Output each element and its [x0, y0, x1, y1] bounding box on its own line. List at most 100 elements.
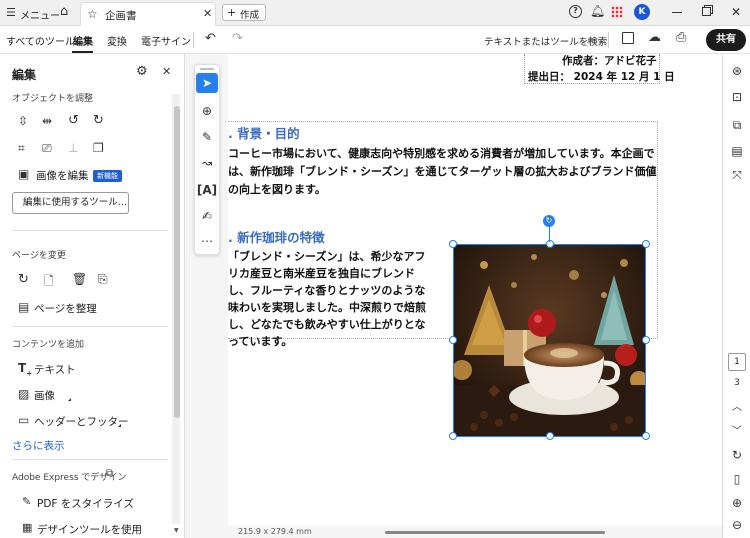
resize-handle-tm[interactable]	[546, 240, 554, 248]
add-text-label[interactable]: テキスト	[34, 362, 76, 377]
draw-shape-icon[interactable]: ↝	[195, 153, 219, 173]
close-window-icon[interactable]: ✕	[731, 5, 741, 19]
resize-handle-tr[interactable]	[642, 240, 650, 248]
close-tab-icon[interactable]: ✕	[203, 7, 212, 20]
text-box-icon[interactable]: [A]	[195, 180, 219, 200]
search-icon[interactable]: ⌕	[587, 32, 594, 47]
more-tools-icon[interactable]: ⋯	[195, 231, 219, 251]
rotate-page-icon[interactable]: ↻	[18, 272, 29, 287]
add-image-icon[interactable]: ▨	[18, 387, 29, 401]
apps-grid-icon[interactable]	[611, 6, 623, 18]
show-more-link[interactable]: さらに表示	[12, 438, 65, 453]
toolbar-divider	[193, 32, 194, 48]
replace-image-icon[interactable]: ⎚	[42, 141, 52, 156]
share-button[interactable]: 共有	[706, 29, 746, 51]
redo-icon[interactable]: ↷	[232, 31, 243, 46]
header-footer-label[interactable]: ヘッダーとフッター	[34, 414, 129, 429]
help-icon[interactable]: ?	[569, 5, 582, 18]
zoom-out-icon[interactable]: ⊖	[723, 518, 750, 532]
rotate-left-icon[interactable]: ↺	[68, 113, 79, 128]
add-image-label[interactable]: 画像	[34, 388, 55, 403]
quick-tools-bar: ➤ ⊕ ✎ ↝ [A] ✍ ⋯	[194, 64, 220, 255]
flip-horizontal-icon[interactable]: ⇹	[42, 114, 52, 128]
ai-assistant-icon[interactable]: ⊛	[723, 64, 750, 78]
tab-edit[interactable]: 編集	[73, 33, 93, 48]
page-down-icon[interactable]: ﹀	[723, 422, 750, 437]
align-vertical-icon[interactable]: ⇳	[18, 114, 28, 128]
resize-handle-mr[interactable]	[642, 336, 650, 344]
panel-close-icon[interactable]: ✕	[162, 65, 171, 78]
resize-handle-bm[interactable]	[546, 432, 554, 440]
user-avatar[interactable]: K	[634, 4, 650, 20]
insert-page-icon[interactable]: 🗋︎	[44, 272, 54, 293]
cloud-upload-icon[interactable]: ☁	[648, 30, 661, 45]
comment-tool-icon[interactable]: ⊕	[195, 101, 219, 121]
page-thumbnails-icon[interactable]: ⧉	[723, 118, 750, 133]
edit-image-label[interactable]: 画像を編集	[36, 168, 89, 183]
coffee-image[interactable]	[453, 244, 646, 437]
page-view-icon[interactable]: ▯	[723, 472, 750, 486]
organize-pages-icon[interactable]: ▤	[18, 300, 29, 314]
drag-handle[interactable]	[200, 68, 214, 70]
header-footer-icon[interactable]: ▭	[18, 413, 29, 427]
panel-settings-icon[interactable]: ⚙	[136, 64, 148, 79]
star-icon[interactable]: ☆	[87, 7, 98, 21]
resize-handle-bl[interactable]	[449, 432, 457, 440]
new-tab-button[interactable]: + 作成	[222, 4, 266, 21]
restore-icon[interactable]	[702, 7, 711, 16]
tab-e-sign[interactable]: 電子サイン	[141, 33, 191, 48]
design-tools-label[interactable]: デザインツールを使用	[37, 522, 142, 537]
compare-icon[interactable]: ⤧	[723, 168, 750, 183]
notification-bell-icon[interactable]: 🔔︎	[590, 4, 605, 18]
title-bar: ☰ メニュー ⌂ ☆ 企画書 ✕ + 作成 ? 🔔︎ K ✕	[0, 0, 750, 26]
edit-tools-dropdown[interactable]: 編集に使用するツール...	[12, 192, 129, 214]
section-divider-3	[12, 459, 168, 460]
horizontal-scrollbar[interactable]	[385, 531, 605, 534]
resize-handle-br[interactable]	[642, 432, 650, 440]
menu-button[interactable]: メニュー	[20, 7, 60, 22]
resize-handle-ml[interactable]	[449, 336, 457, 344]
pen-tool-icon[interactable]: ✎	[195, 127, 219, 147]
resize-handle-tl[interactable]	[449, 240, 457, 248]
arrange-icon[interactable]: ⊥	[68, 141, 78, 155]
add-text-icon[interactable]: T+	[18, 361, 32, 377]
minimize-icon[interactable]	[672, 12, 682, 13]
sign-tool-icon[interactable]: ✍	[195, 206, 219, 226]
organize-pages-label[interactable]: ページを整理	[34, 301, 97, 316]
para1-line2: は、新作珈琲「ブレンド・シーズン」を通じてターゲット層の拡大およびブランド価値	[228, 165, 657, 178]
home-icon[interactable]: ⌂	[60, 4, 68, 19]
current-page-box[interactable]: 1	[728, 353, 746, 371]
refresh-icon[interactable]: ↻	[723, 448, 750, 462]
zoom-in-icon[interactable]: ⊕	[723, 496, 750, 510]
save-icon[interactable]	[622, 32, 634, 44]
select-tool-icon[interactable]: ➤	[196, 73, 218, 93]
crop-icon[interactable]: ⌗	[18, 141, 25, 156]
page-up-icon[interactable]: ︿	[723, 398, 750, 413]
adjust-objects-title: オブジェクトを調整	[12, 94, 94, 104]
document-tab[interactable]: ☆ 企画書 ✕	[80, 2, 216, 26]
modify-pages-title: ページを変更	[12, 251, 66, 261]
rotate-handle-icon[interactable]: ↻	[543, 215, 555, 227]
tab-convert[interactable]: 変換	[107, 33, 127, 48]
external-link-icon[interactable]: ⧉	[106, 468, 113, 479]
stylize-pdf-label[interactable]: PDF をスタイライズ	[37, 496, 134, 511]
page-size-label: 215.9 x 279.4 mm	[238, 527, 312, 536]
design-tools-icon[interactable]: ▦	[22, 521, 32, 534]
menu-icon[interactable]: ☰	[6, 6, 16, 19]
panel-scrollbar-thumb[interactable]	[174, 106, 180, 418]
print-icon[interactable]: ⎙	[676, 30, 686, 45]
group-icon[interactable]: ❐	[93, 141, 104, 155]
new-tab-label: 作成	[240, 10, 260, 21]
rotate-right-icon[interactable]: ↻	[93, 113, 104, 128]
tab-edit-underline	[72, 51, 93, 53]
undo-icon[interactable]: ↶	[205, 31, 216, 46]
stylize-pdf-icon[interactable]: ✎	[22, 495, 31, 508]
add-content-title: コンテンツを追加	[12, 340, 85, 350]
edit-image-icon[interactable]: ▣	[18, 167, 29, 181]
delete-page-icon[interactable]: 🗑︎	[72, 272, 87, 286]
extract-page-icon[interactable]: ⎘	[98, 272, 108, 287]
bookmark-icon[interactable]: ⊡	[723, 90, 750, 104]
tab-all-tools[interactable]: すべてのツール	[6, 33, 75, 48]
attachments-icon[interactable]: ▤	[723, 144, 750, 158]
scroll-down-arrow[interactable]: ▼	[174, 527, 179, 534]
